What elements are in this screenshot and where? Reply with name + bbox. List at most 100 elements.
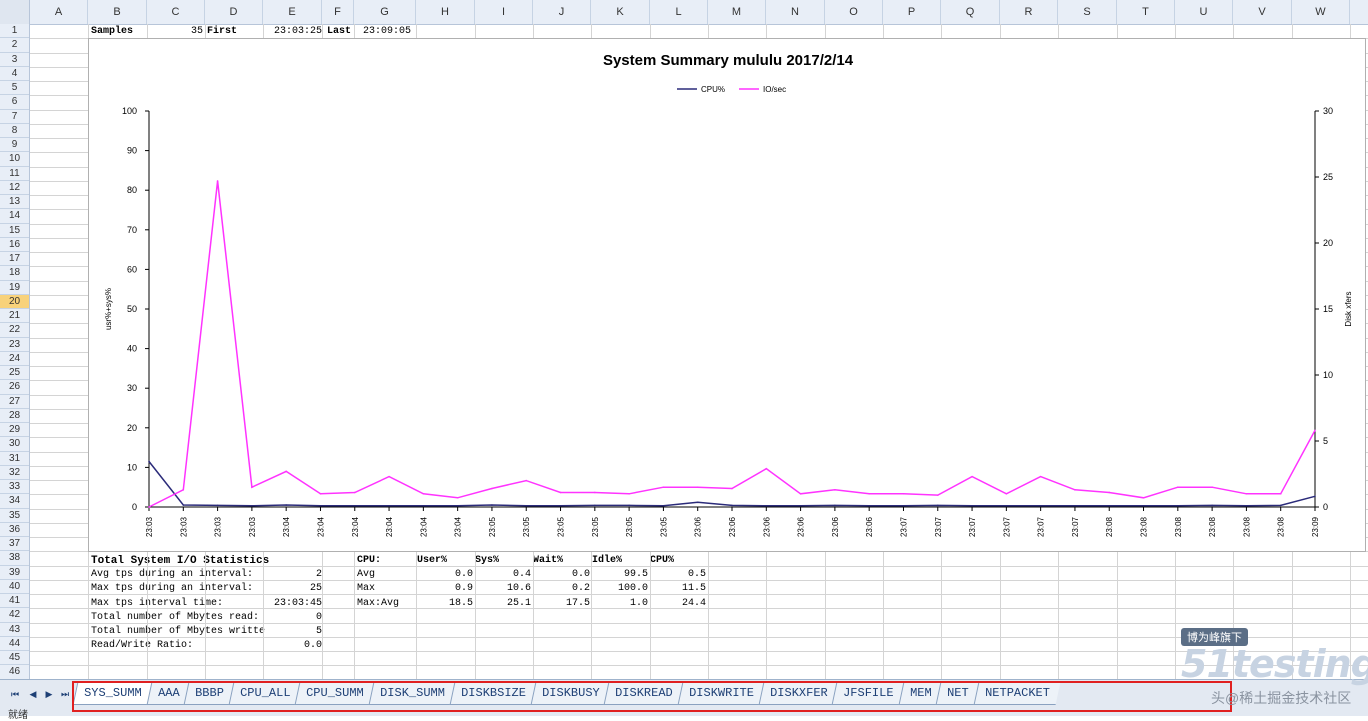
column-header-s[interactable]: S (1058, 0, 1117, 24)
row-header-27[interactable]: 27 (0, 395, 29, 409)
row-header-9[interactable]: 9 (0, 138, 29, 153)
sheet-tab-bbbp[interactable]: BBBP (183, 682, 235, 705)
column-header-q[interactable]: Q (941, 0, 1000, 24)
column-header-m[interactable]: M (708, 0, 766, 24)
row-header-43[interactable]: 43 (0, 623, 29, 637)
row-header-8[interactable]: 8 (0, 124, 29, 138)
row-header-11[interactable]: 11 (0, 167, 29, 181)
row-header-31[interactable]: 31 (0, 452, 29, 466)
column-header-u[interactable]: U (1175, 0, 1233, 24)
sheet-tab-sys-summ[interactable]: SYS_SUMM (72, 682, 153, 705)
row-header-26[interactable]: 26 (0, 380, 29, 395)
row-header-33[interactable]: 33 (0, 480, 29, 495)
row-header-21[interactable]: 21 (0, 309, 29, 324)
row-header-36[interactable]: 36 (0, 523, 29, 537)
select-all-corner[interactable] (0, 0, 30, 24)
x-tick-label: 23:08 (1277, 516, 1286, 537)
column-header-v[interactable]: V (1233, 0, 1292, 24)
row-header-45[interactable]: 45 (0, 651, 29, 666)
series-point-cpu (1005, 505, 1008, 507)
column-header-b[interactable]: B (88, 0, 147, 24)
row-header-24[interactable]: 24 (0, 352, 29, 366)
row-header-29[interactable]: 29 (0, 423, 29, 438)
series-point-io (525, 479, 528, 482)
column-header-l[interactable]: L (650, 0, 708, 24)
row-header-30[interactable]: 30 (0, 437, 29, 452)
column-header-e[interactable]: E (263, 0, 322, 24)
row-header-2[interactable]: 2 (0, 38, 29, 53)
row-header-34[interactable]: 34 (0, 494, 29, 509)
row-header-7[interactable]: 7 (0, 110, 29, 124)
column-header-f[interactable]: F (322, 0, 354, 24)
row-header-14[interactable]: 14 (0, 209, 29, 224)
row-header-6[interactable]: 6 (0, 95, 29, 110)
row-header-1[interactable]: 1 (0, 24, 29, 39)
row-header-37[interactable]: 37 (0, 537, 29, 552)
sheet-tab-jfsfile[interactable]: JFSFILE (831, 682, 905, 705)
row-header-22[interactable]: 22 (0, 323, 29, 338)
row-header-20[interactable]: 20 (0, 294, 29, 309)
sheet-tab-diskxfer[interactable]: DISKXFER (758, 682, 838, 705)
sheet-tab-diskwrite[interactable]: DISKWRITE (677, 682, 765, 705)
row-header-16[interactable]: 16 (0, 238, 29, 252)
row-header-19[interactable]: 19 (0, 281, 29, 295)
cpu-stats-header: CPU% (650, 555, 675, 566)
row-header-25[interactable]: 25 (0, 366, 29, 381)
column-header-p[interactable]: P (883, 0, 941, 24)
sheet-tab-net[interactable]: NET (935, 682, 980, 705)
row-header-5[interactable]: 5 (0, 81, 29, 96)
column-header-k[interactable]: K (591, 0, 650, 24)
row-header-42[interactable]: 42 (0, 608, 29, 623)
row-header-44[interactable]: 44 (0, 637, 29, 651)
column-header-g[interactable]: G (354, 0, 416, 24)
column-header-w[interactable]: W (1292, 0, 1350, 24)
row-header-35[interactable]: 35 (0, 509, 29, 523)
sheet-tab-diskbsize[interactable]: DISKBSIZE (449, 682, 537, 705)
sheet-tab-label: DISKBUSY (541, 686, 600, 700)
row-header-13[interactable]: 13 (0, 195, 29, 210)
row-header-15[interactable]: 15 (0, 224, 29, 238)
sheet-tab-disk-summ[interactable]: DISK_SUMM (368, 682, 456, 705)
row-header-3[interactable]: 3 (0, 53, 29, 67)
row-header-39[interactable]: 39 (0, 566, 29, 580)
column-header-c[interactable]: C (147, 0, 205, 24)
system-summary-chart[interactable]: System Summary mululu 2017/2/14 CPU% IO/se… (88, 38, 1366, 552)
cpu-stats-cell: 0.9 (454, 583, 473, 595)
column-header-t[interactable]: T (1117, 0, 1175, 24)
sheet-tab-diskread[interactable]: DISKREAD (603, 682, 684, 705)
row-header-38[interactable]: 38 (0, 551, 29, 566)
series-point-cpu (799, 505, 802, 507)
row-header-23[interactable]: 23 (0, 338, 29, 352)
column-header-h[interactable]: H (416, 0, 475, 24)
row-header-41[interactable]: 41 (0, 594, 29, 609)
row-header-10[interactable]: 10 (0, 152, 29, 167)
sheet-tab-cpu-all[interactable]: CPU_ALL (228, 682, 301, 705)
first-sheet-icon[interactable]: ⏮ (8, 687, 22, 701)
column-header-j[interactable]: J (533, 0, 591, 24)
row-header-28[interactable]: 28 (0, 409, 29, 423)
column-header-i[interactable]: I (475, 0, 533, 24)
column-header-n[interactable]: N (766, 0, 825, 24)
series-point-cpu (1211, 504, 1213, 507)
row-header-18[interactable]: 18 (0, 266, 29, 281)
column-header-r[interactable]: R (1000, 0, 1058, 24)
sheet-tabs: SYS_SUMM AAA BBBP CPU_ALL CPU_SUMM DISK_SUMM D… (72, 682, 1231, 708)
sheet-tab-cpu-summ[interactable]: CPU_SUMM (295, 682, 375, 705)
next-sheet-icon[interactable]: ▶ (42, 687, 56, 701)
column-header-o[interactable]: O (825, 0, 883, 24)
sheet-tab-diskbusy[interactable]: DISKBUSY (530, 682, 610, 705)
row-header-12[interactable]: 12 (0, 181, 29, 195)
x-tick-label: 23:06 (694, 516, 703, 537)
last-sheet-icon[interactable]: ⏭ (58, 687, 72, 701)
row-header-32[interactable]: 32 (0, 466, 29, 480)
sheet-tab-netpacket[interactable]: NETPACKET (973, 682, 1061, 705)
y-tick-label-right: 0 (1323, 502, 1328, 512)
row-header-46[interactable]: 46 (0, 665, 29, 680)
column-header-a[interactable]: A (30, 0, 88, 24)
column-header-d[interactable]: D (205, 0, 263, 24)
series-point-cpu (353, 505, 356, 507)
row-header-17[interactable]: 17 (0, 252, 29, 267)
row-header-40[interactable]: 40 (0, 580, 29, 594)
row-header-4[interactable]: 4 (0, 67, 29, 81)
prev-sheet-icon[interactable]: ◀ (26, 687, 40, 701)
